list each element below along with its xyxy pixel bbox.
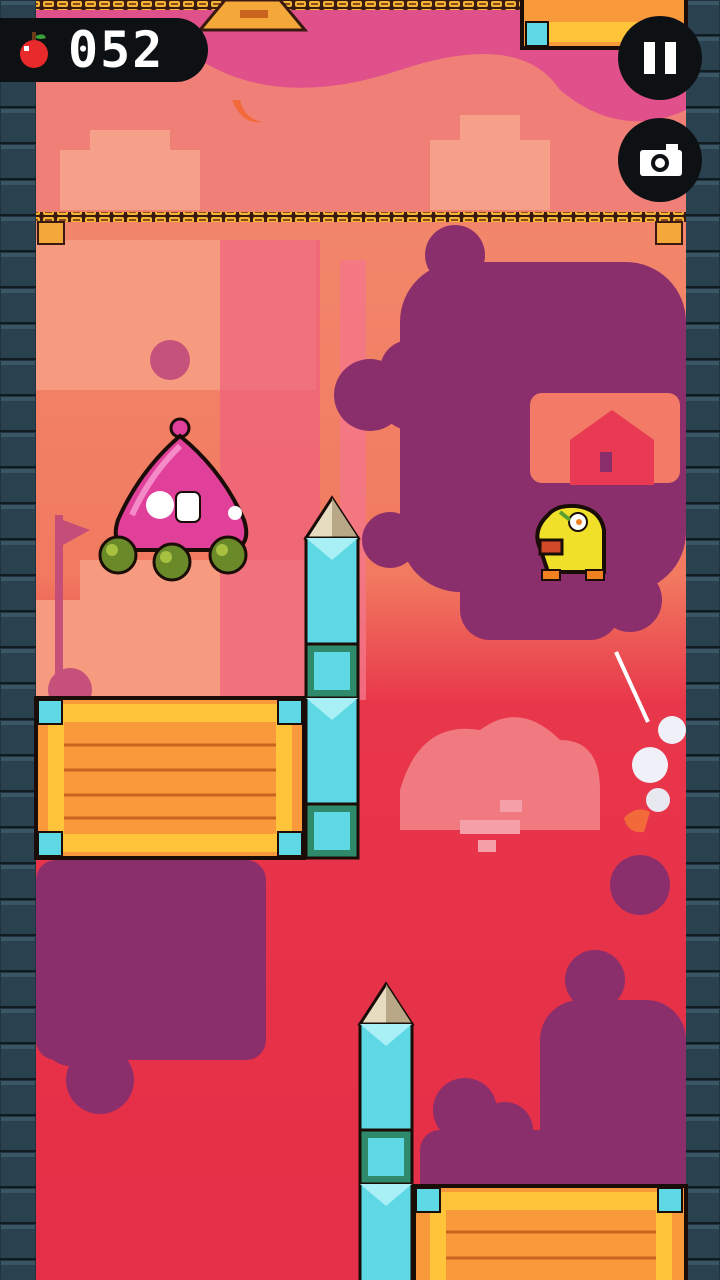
bottom-right-crate (412, 1184, 688, 1280)
spike-column-upper (303, 495, 361, 860)
left-crate (34, 696, 306, 860)
game-stage: 052 (0, 0, 720, 1280)
spike-column-lower (357, 981, 415, 1280)
pause-icon (644, 42, 676, 74)
left-wall (0, 0, 36, 1280)
camera-button[interactable] (618, 118, 702, 202)
camera-icon (640, 144, 682, 176)
pause-button[interactable] (618, 16, 702, 100)
score-counter: 052 (68, 21, 165, 79)
game-scene (0, 0, 720, 1280)
yellow-duck-player (535, 503, 606, 581)
apple-icon (20, 32, 48, 68)
mid-chain (36, 212, 686, 222)
